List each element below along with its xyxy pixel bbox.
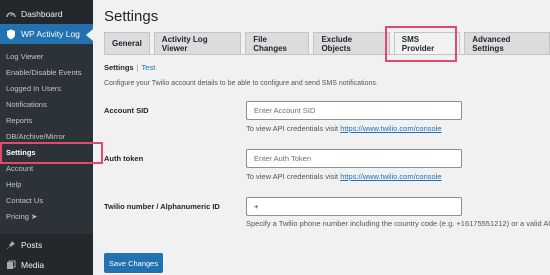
twilio-number-label: Twilio number / Alphanumeric ID	[104, 202, 220, 211]
auth-token-help: To view API credentials visit https://ww…	[246, 172, 442, 181]
current-menu-arrow	[86, 29, 93, 41]
sidebar-item-label: Dashboard	[21, 9, 63, 19]
sidebar-sub-log-viewer[interactable]: Log Viewer	[0, 48, 93, 64]
save-changes-button[interactable]: Save Changes	[104, 253, 163, 273]
intro-text: Configure your Twilio account details to…	[104, 80, 378, 87]
sms-provider-highlight-box	[385, 26, 457, 62]
sidebar-item-label: Media	[21, 260, 45, 270]
sidebar-item-media[interactable]: Media	[0, 255, 93, 275]
auth-token-help-link[interactable]: https://www.twilio.com/console	[340, 172, 441, 181]
twilio-number-value: +	[254, 202, 259, 211]
sidebar-sub-logged-in-users[interactable]: Logged In Users	[0, 80, 93, 96]
page-title: Settings	[104, 8, 159, 25]
subnav: Settings | Test	[104, 63, 155, 72]
subnav-separator: |	[136, 63, 139, 72]
auth-token-placeholder: Enter Auth Token	[254, 154, 311, 163]
auth-token-help-text: To view API credentials visit	[246, 172, 339, 181]
account-sid-label: Account SID	[104, 106, 149, 115]
sidebar-item-wp-activity-log[interactable]: WP Activity Log	[0, 24, 93, 44]
auth-token-input[interactable]: Enter Auth Token	[246, 149, 462, 168]
sidebar-sub-notifications[interactable]: Notifications	[0, 96, 93, 112]
twilio-number-help: Specify a Twilio phone number including …	[246, 219, 550, 228]
tab-file-changes[interactable]: File Changes	[245, 32, 310, 54]
tabs-divider	[104, 54, 550, 55]
sidebar-item-label: WP Activity Log	[21, 29, 80, 39]
sidebar-item-posts[interactable]: Posts	[0, 235, 93, 255]
settings-tabs: General Activity Log Viewer File Changes…	[104, 32, 550, 54]
pin-icon	[5, 240, 16, 251]
sidebar-sub-contact-us[interactable]: Contact Us	[0, 192, 93, 208]
account-sid-placeholder: Enter Account SID	[254, 106, 316, 115]
admin-sidebar: Dashboard WP Activity Log Log Viewer Ena…	[0, 0, 93, 275]
account-sid-help-text: To view API credentials visit	[246, 124, 339, 133]
tab-activity-log-viewer[interactable]: Activity Log Viewer	[153, 32, 242, 54]
account-sid-help: To view API credentials visit https://ww…	[246, 124, 442, 133]
sidebar-sub-pricing[interactable]: Pricing ➤	[0, 208, 93, 224]
sidebar-item-dashboard[interactable]: Dashboard	[0, 4, 93, 24]
account-sid-help-link[interactable]: https://www.twilio.com/console	[340, 124, 441, 133]
twilio-number-input[interactable]: +	[246, 197, 462, 216]
tab-exclude-objects[interactable]: Exclude Objects	[313, 32, 390, 54]
auth-token-label: Auth token	[104, 154, 144, 163]
sidebar-item-label: Posts	[21, 240, 43, 250]
tab-general[interactable]: General	[104, 32, 150, 54]
subnav-settings[interactable]: Settings	[104, 63, 134, 72]
dashboard-icon	[5, 9, 16, 20]
media-icon	[5, 260, 16, 271]
settings-highlight-box	[0, 142, 103, 164]
sidebar-sub-enable-disable-events[interactable]: Enable/Disable Events	[0, 64, 93, 80]
tab-advanced-settings[interactable]: Advanced Settings	[464, 32, 550, 54]
shield-icon	[5, 29, 16, 40]
sidebar-sub-help[interactable]: Help	[0, 176, 93, 192]
subnav-test-link[interactable]: Test	[142, 63, 156, 72]
account-sid-input[interactable]: Enter Account SID	[246, 101, 462, 120]
sidebar-sub-reports[interactable]: Reports	[0, 112, 93, 128]
